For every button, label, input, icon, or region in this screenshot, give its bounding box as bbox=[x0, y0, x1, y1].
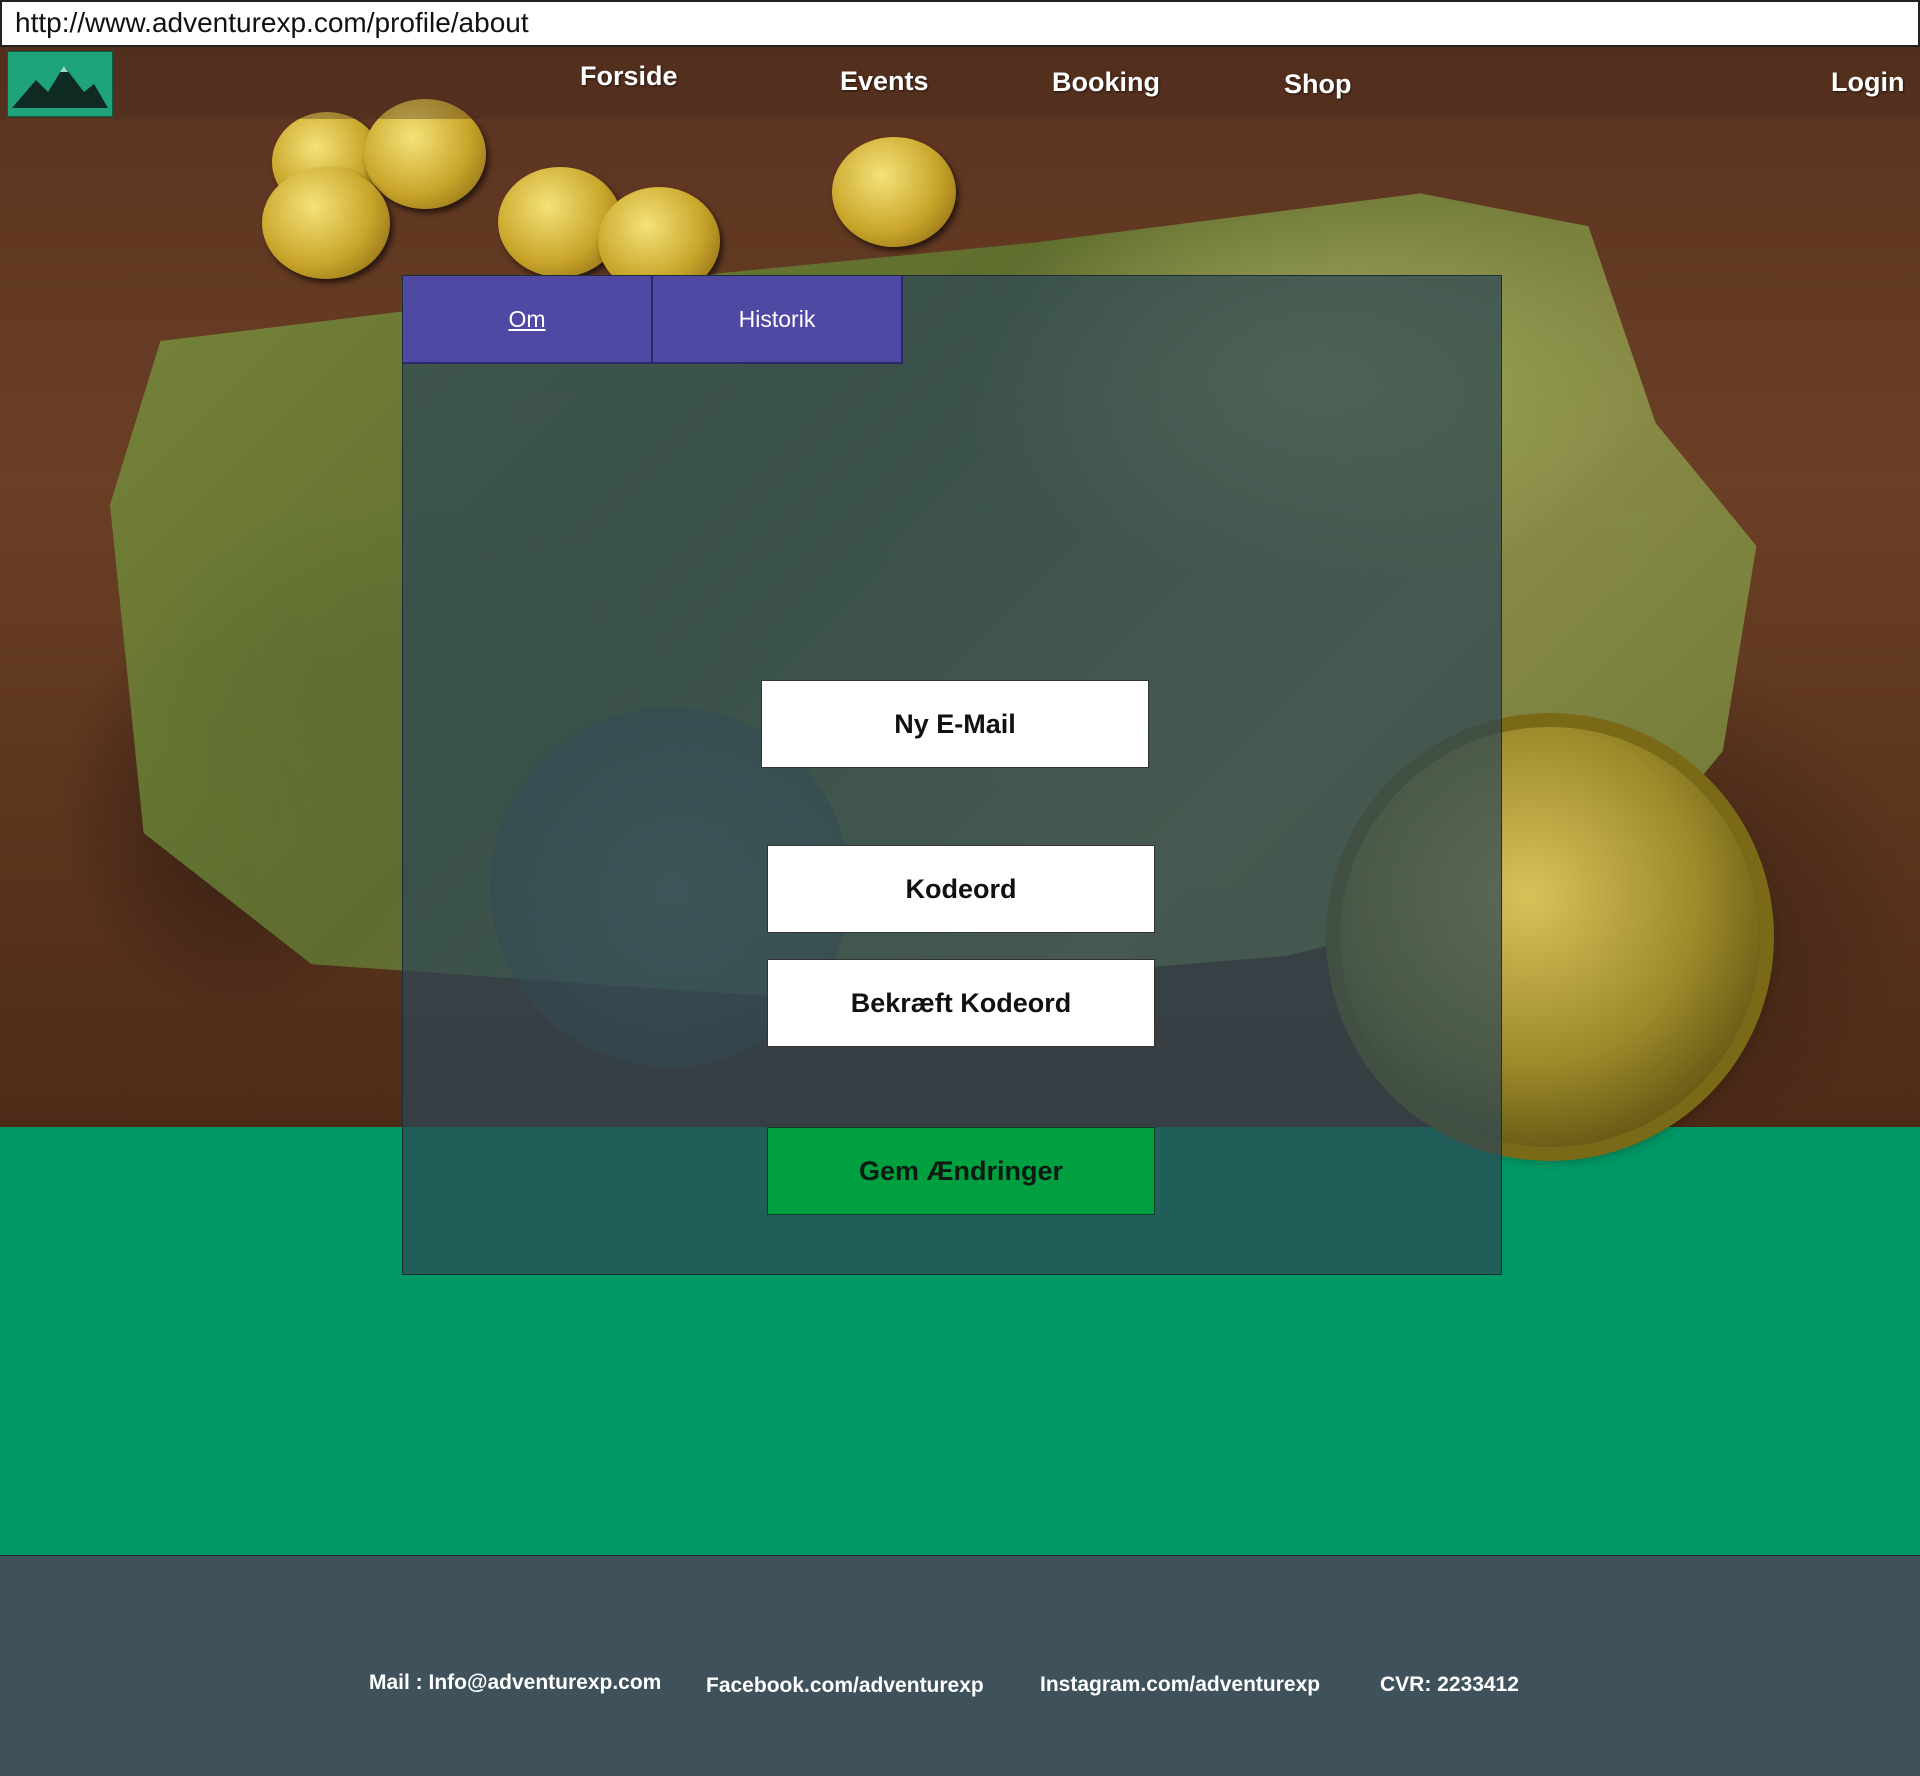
new-email-field[interactable]: Ny E-Mail bbox=[761, 680, 1149, 768]
tab-om[interactable]: Om bbox=[403, 276, 653, 364]
nav-forside[interactable]: Forside bbox=[580, 61, 678, 92]
mountain-icon bbox=[12, 66, 108, 108]
coin-image bbox=[832, 137, 956, 247]
nav-shop[interactable]: Shop bbox=[1284, 69, 1352, 100]
address-bar[interactable]: http://www.adventurexp.com/profile/about bbox=[0, 0, 1920, 47]
footer-mail[interactable]: Mail : Info@adventurexp.com bbox=[369, 1671, 661, 1695]
confirm-password-field[interactable]: Bekræft Kodeord bbox=[767, 959, 1155, 1047]
save-changes-button[interactable]: Gem Ændringer bbox=[767, 1127, 1155, 1215]
footer-cvr: CVR: 2233412 bbox=[1380, 1673, 1519, 1696]
nav-booking[interactable]: Booking bbox=[1052, 67, 1160, 98]
password-field[interactable]: Kodeord bbox=[767, 845, 1155, 933]
tab-historik[interactable]: Historik bbox=[653, 276, 903, 364]
footer-instagram[interactable]: Instagram.com/adventurexp bbox=[1040, 1673, 1320, 1697]
url-text: http://www.adventurexp.com/profile/about bbox=[15, 7, 529, 38]
footer: Mail : Info@adventurexp.com Facebook.com… bbox=[0, 1555, 1920, 1776]
footer-facebook[interactable]: Facebook.com/adventurexp bbox=[706, 1674, 984, 1698]
profile-panel: Om Historik Ny E-Mail Kodeord Bekræft Ko… bbox=[402, 275, 1502, 1275]
nav-login[interactable]: Login bbox=[1831, 67, 1904, 98]
nav-events[interactable]: Events bbox=[840, 66, 929, 97]
logo[interactable] bbox=[7, 51, 113, 117]
top-navbar: Forside Events Booking Shop Login bbox=[0, 47, 1920, 119]
coin-image bbox=[262, 167, 390, 279]
